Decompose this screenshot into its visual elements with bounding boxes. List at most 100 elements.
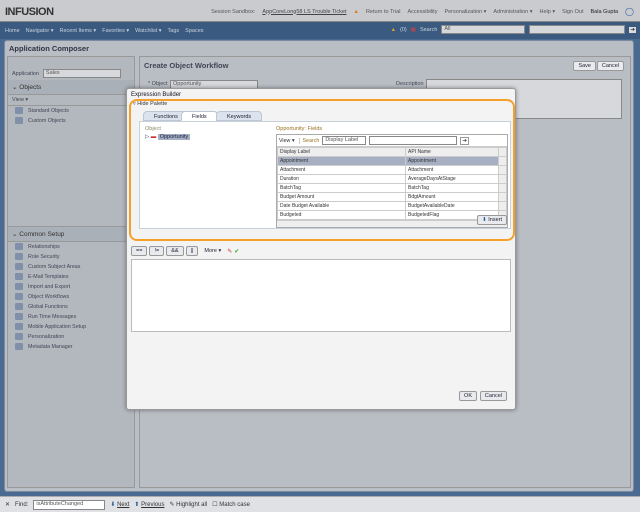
calendar-icon[interactable]: ▦	[411, 27, 416, 33]
arrow-down-icon: ⬇	[110, 502, 116, 508]
setup-item-icon	[15, 243, 23, 250]
nav-watchlist[interactable]: Watchlist ▾	[135, 28, 161, 34]
ok-button[interactable]: OK	[459, 391, 477, 401]
nav-spaces[interactable]: Spaces	[185, 28, 203, 34]
op-or[interactable]: ||	[185, 246, 199, 256]
more-menu[interactable]: More ▾	[200, 247, 225, 255]
link-return-to-trial[interactable]: Return to Trial	[366, 9, 401, 15]
setup-item-custom-subject-areas[interactable]: Custom Subject Areas	[8, 262, 134, 272]
tab-fields[interactable]: Fields	[181, 111, 218, 121]
setup-item-global-functions[interactable]: Global Functions	[8, 302, 134, 312]
table-row[interactable]: Budget Amount BdgtAmount	[277, 192, 507, 202]
setup-item-e-mail-templates[interactable]: E-Mail Templates	[8, 272, 134, 282]
dialog-cancel-button[interactable]: Cancel	[479, 391, 507, 401]
vertical-scrollbar[interactable]	[498, 174, 507, 184]
hide-palette-toggle[interactable]: ▿ Hide Palette	[133, 101, 167, 107]
session-link[interactable]: AppCoreLong58 LS Trouble Ticket	[262, 9, 346, 15]
nav-home[interactable]: Home	[5, 28, 20, 34]
fields-search-input[interactable]	[369, 136, 458, 145]
bell-icon[interactable]: ▲	[391, 27, 396, 33]
find-next[interactable]: ⬇ Next	[110, 501, 129, 508]
vertical-scrollbar[interactable]	[498, 165, 507, 175]
table-row[interactable]: BatchTag BatchTag	[277, 183, 507, 193]
arrow-up-icon: ⬆	[134, 502, 140, 508]
link-accessibility[interactable]: Accessibility	[408, 9, 438, 15]
cell-api-name: BatchTag	[405, 183, 499, 193]
setup-item-metadata-manager[interactable]: Metadata Manager	[8, 342, 134, 352]
col-display-label[interactable]: Display Label	[277, 147, 406, 157]
search-scope-select[interactable]: All	[441, 25, 526, 34]
tree-standard-objects[interactable]: Standard Objects	[8, 106, 134, 116]
cell-display-label: Duration	[277, 174, 406, 184]
find-input[interactable]: isAttributeChanged	[33, 499, 106, 510]
objects-header[interactable]: ⌄ Objects	[8, 80, 134, 95]
vertical-scrollbar[interactable]	[498, 192, 507, 202]
save-button[interactable]: Save	[573, 61, 596, 71]
cancel-button[interactable]: Cancel	[596, 61, 624, 71]
search-go-icon[interactable]: ➔	[460, 136, 469, 145]
vertical-scrollbar[interactable]	[498, 183, 507, 193]
setup-item-run-time-messages[interactable]: Run Time Messages	[8, 312, 134, 322]
tab-keywords[interactable]: Keywords	[216, 111, 263, 121]
nav-favorites[interactable]: Favorites ▾	[102, 28, 129, 34]
notification-count: (0)	[400, 26, 407, 33]
table-row[interactable]: Budgeted BudgetedFlag	[277, 210, 507, 220]
setup-item-icon	[15, 283, 23, 290]
setup-item-personalization[interactable]: Personalization	[8, 332, 134, 342]
objects-view-menu[interactable]: View ▾	[12, 97, 28, 103]
col-api-name[interactable]: API Name	[405, 147, 499, 157]
page-title: Application Composer	[9, 44, 90, 53]
user-name: Bala Gupta	[590, 8, 619, 15]
link-sign-out[interactable]: Sign Out	[562, 9, 583, 15]
horizontal-scrollbar[interactable]	[277, 220, 507, 227]
validate-icon[interactable]: ✔	[234, 248, 239, 255]
table-row[interactable]: Date Budget Available BudgetAvailableDate	[277, 201, 507, 211]
insert-button[interactable]: ⬇ Insert	[477, 215, 507, 225]
nav-navigator[interactable]: Navigator ▾	[26, 28, 54, 34]
link-help[interactable]: Help ▾	[540, 9, 556, 15]
vertical-scrollbar[interactable]	[498, 156, 507, 166]
cell-display-label: BatchTag	[277, 183, 406, 193]
nav-recent-items[interactable]: Recent Items ▾	[60, 28, 97, 34]
find-bar: ✕ Find: isAttributeChanged ⬇ Next ⬆ Prev…	[0, 496, 640, 512]
cell-display-label: Appointment	[277, 156, 406, 166]
cell-api-name: AverageDaysAtStage	[405, 174, 499, 184]
table-row[interactable]: Duration AverageDaysAtStage	[277, 174, 507, 184]
find-previous[interactable]: ⬆ Previous	[134, 501, 164, 508]
global-header: INFUSION Session Sandbox: AppCoreLong58 …	[0, 0, 640, 22]
application-select[interactable]: Sales	[42, 69, 121, 78]
fields-search-label: Search	[302, 137, 320, 144]
expression-editor[interactable]	[131, 259, 511, 332]
tree-item-opportunity[interactable]: ▷ ▬ Opportunity	[145, 134, 191, 140]
link-personalization[interactable]: Personalization ▾	[444, 9, 486, 15]
tree-custom-objects[interactable]: Custom Objects	[8, 116, 134, 126]
database-icon	[15, 107, 23, 114]
table-row[interactable]: Attachment Attachment	[277, 165, 507, 175]
setup-item-object-workflows[interactable]: Object Workflows	[8, 292, 134, 302]
vertical-scrollbar[interactable]	[498, 201, 507, 211]
op-equals[interactable]: ==	[131, 246, 148, 256]
fields-view-menu[interactable]: View ▾	[279, 137, 300, 144]
setup-item-mobile-application-setup[interactable]: Mobile Application Setup	[8, 322, 134, 332]
close-find-icon[interactable]: ✕	[5, 501, 10, 508]
link-administration[interactable]: Administration ▾	[493, 9, 532, 15]
search-input[interactable]	[529, 25, 626, 34]
search-go-icon[interactable]: ➔	[629, 26, 636, 33]
eraser-icon[interactable]: ✎	[227, 248, 232, 255]
setup-item-import-and-export[interactable]: Import and Export	[8, 282, 134, 292]
object-label: * Object	[148, 81, 168, 87]
common-setup-header[interactable]: ⌄ Common Setup	[8, 226, 134, 242]
setup-item-role-security[interactable]: Role Security	[8, 252, 134, 262]
object-icon: ▬	[150, 134, 157, 140]
search-by-select[interactable]: Display Label	[322, 136, 367, 145]
op-not-equals[interactable]: !=	[149, 246, 165, 256]
op-and[interactable]: &&	[166, 246, 184, 256]
cell-display-label: Date Budget Available	[277, 201, 406, 211]
fields-panel: Object ▷ ▬ Opportunity Opportunity: Fiel…	[139, 121, 511, 229]
nav-tags[interactable]: Tags	[168, 28, 180, 34]
match-case-checkbox[interactable]: ☐ Match case	[212, 501, 250, 508]
trial-icon: ▲	[353, 8, 359, 15]
setup-item-relationships[interactable]: Relationships	[8, 242, 134, 252]
table-row[interactable]: Appointment Appointment	[277, 156, 507, 166]
highlight-all[interactable]: ✎ Highlight all	[169, 501, 207, 508]
